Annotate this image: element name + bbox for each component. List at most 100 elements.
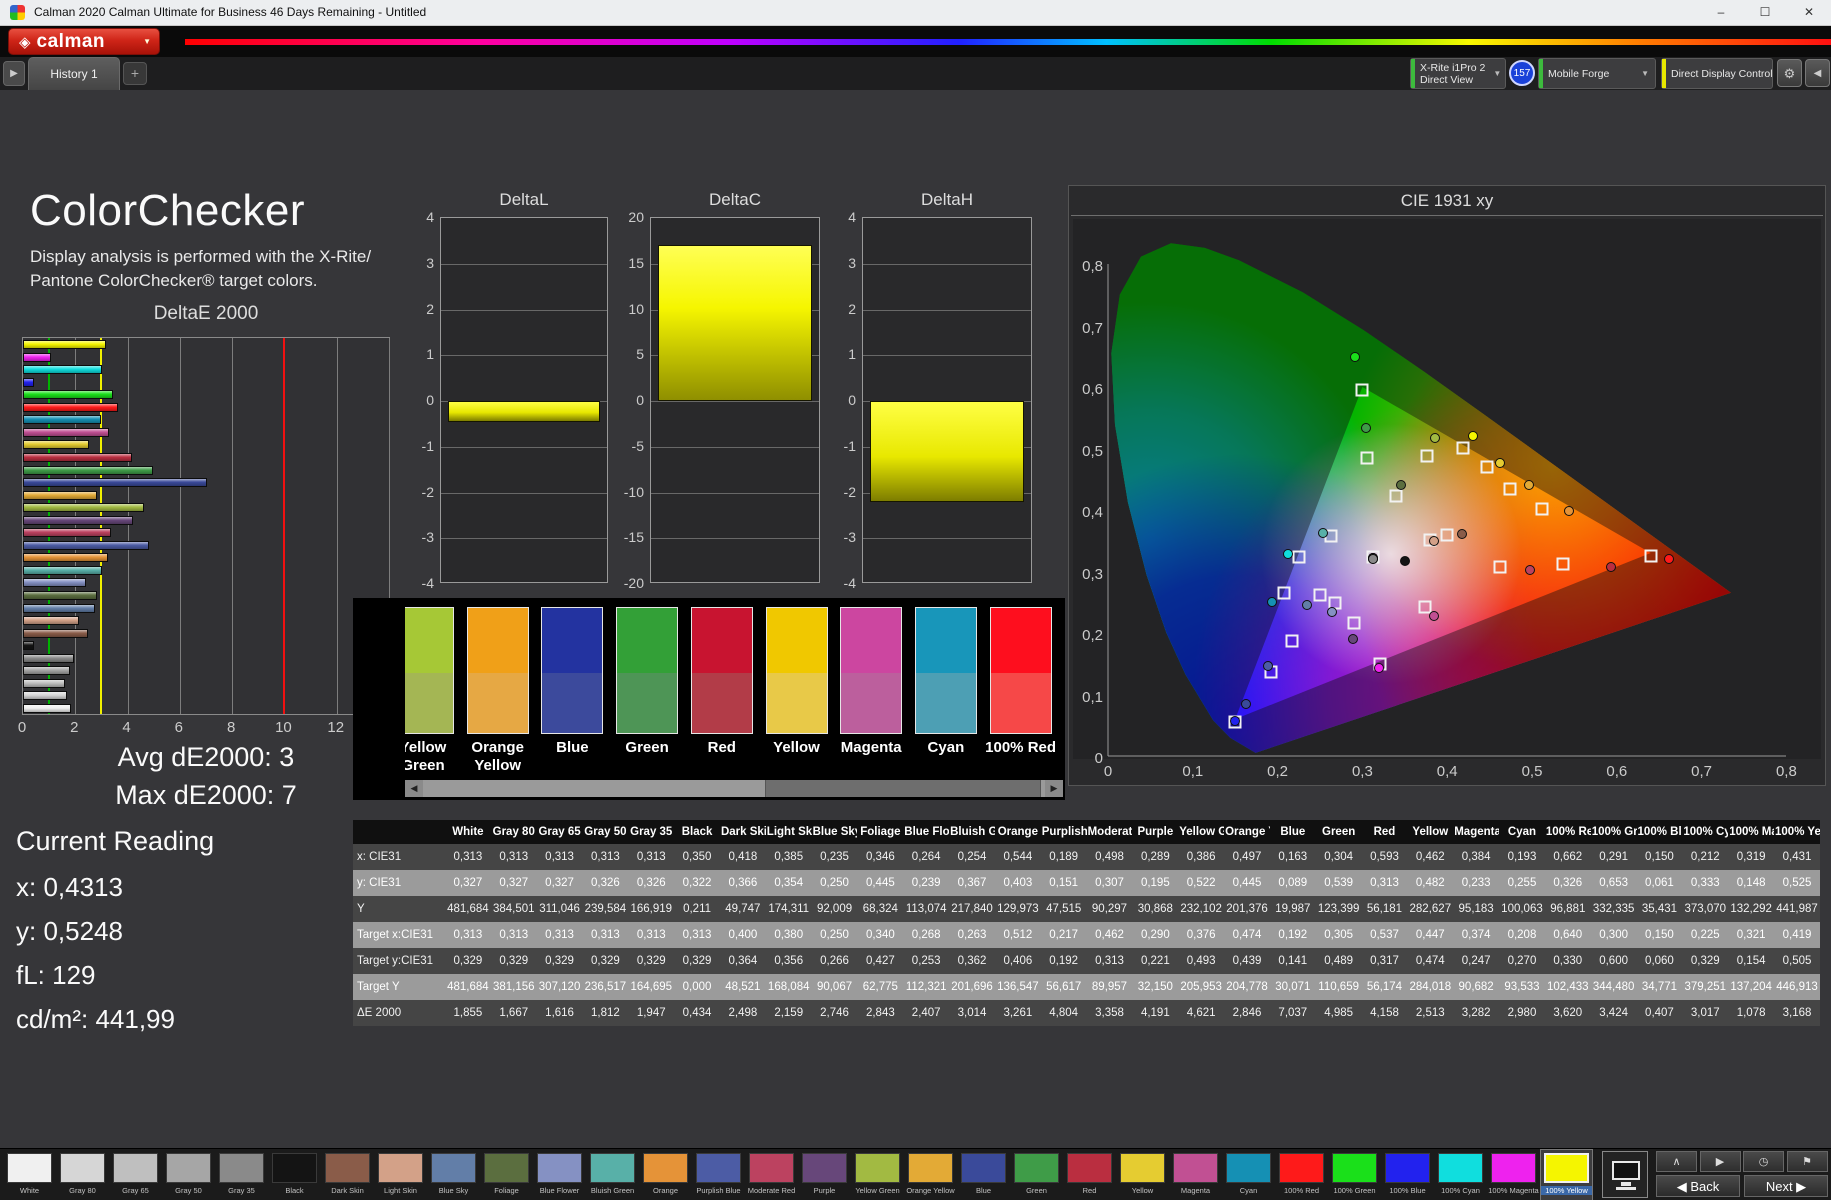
table-cell: 0,305 (1316, 922, 1362, 948)
patch-cell-blue-sky[interactable]: Blue Sky (428, 1150, 479, 1200)
table-cell: 112,321 (903, 974, 949, 1000)
axis-tick-label: -15 (614, 529, 644, 545)
tab-history-1[interactable]: History 1 (28, 57, 120, 90)
table-cell: 0,268 (903, 922, 949, 948)
patch-cell-green[interactable]: Green (1011, 1150, 1062, 1200)
table-cell: 0,270 (1499, 948, 1545, 974)
patch-label: Red (1064, 1186, 1115, 1195)
patch-cell-yellow-green[interactable]: Yellow Green (852, 1150, 903, 1200)
patch-cell-orange[interactable]: Orange (640, 1150, 691, 1200)
meter-dropdown-xrite[interactable]: X-Rite i1Pro 2 Direct View ▼ (1410, 58, 1506, 89)
column-header: Cyan (1499, 820, 1545, 844)
patch-cell-yellow[interactable]: Yellow (1117, 1150, 1168, 1200)
patch-label: Foliage (481, 1186, 532, 1195)
patch-cell-blue[interactable]: Blue (958, 1150, 1009, 1200)
swatch-blue (541, 607, 603, 734)
table-cell: 0,154 (1728, 948, 1774, 974)
measured-dot-100-blue (1230, 716, 1240, 726)
measured-dot-yellow (1495, 458, 1505, 468)
gear-icon[interactable]: ⚙ (1777, 59, 1802, 87)
patch-cell-100-cyan[interactable]: 100% Cyan (1435, 1150, 1486, 1200)
column-header: Yellow (1407, 820, 1453, 844)
patch-cell-gray-80[interactable]: Gray 80 (57, 1150, 108, 1200)
gridline (337, 338, 338, 714)
table-cell: 446,913 (1774, 974, 1820, 1000)
patch-cell-gray-50[interactable]: Gray 50 (163, 1150, 214, 1200)
cie-x-tick: 0,1 (1182, 763, 1203, 780)
patch-cell-100-green[interactable]: 100% Green (1329, 1150, 1380, 1200)
target-square-cyan (1278, 586, 1291, 599)
table-cell: 0,313 (674, 922, 720, 948)
column-header: Gray 50 (582, 820, 628, 844)
patch-label: Blue Sky (428, 1186, 479, 1195)
table-cell: 137,204 (1728, 974, 1774, 1000)
swatch-cyan (915, 607, 977, 734)
rainbow-gradient-strip (185, 39, 1831, 45)
back-button[interactable]: ◀ Back (1656, 1175, 1740, 1197)
mini-button-3[interactable]: ⚑ (1787, 1151, 1828, 1172)
minimize-button[interactable]: – (1699, 0, 1743, 25)
table-cell: 2,513 (1407, 1000, 1453, 1026)
scroll-right-arrow[interactable]: ▶ (1045, 780, 1063, 797)
calman-menu-button[interactable]: ◈ calman ▼ (8, 28, 160, 55)
measured-dot-100-cyan (1283, 549, 1293, 559)
mini-button-2[interactable]: ◷ (1743, 1151, 1784, 1172)
display-icon-button[interactable] (1602, 1151, 1648, 1198)
tab-scroll-button[interactable]: ▶ (3, 61, 25, 86)
patch-cell-purplish-blue[interactable]: Purplish Blue (693, 1150, 744, 1200)
mini-button-0[interactable]: ∧ (1656, 1151, 1697, 1172)
patch-cell-cyan[interactable]: Cyan (1223, 1150, 1274, 1200)
maximize-button[interactable]: ☐ (1743, 0, 1787, 25)
swatch-label: OrangeYellow (460, 739, 536, 775)
patch-label: Yellow (1117, 1186, 1168, 1195)
table-cell: 0,221 (1132, 948, 1178, 974)
table-cell: 0,462 (1087, 922, 1133, 948)
patch-cell-100-magenta[interactable]: 100% Magenta (1488, 1150, 1539, 1200)
pattern-dropdown-direct-display[interactable]: Direct Display Control ▼ (1661, 58, 1773, 89)
add-tab-button[interactable]: + (123, 62, 147, 85)
de-bar-blue (23, 478, 207, 487)
meter-line1: X-Rite i1Pro 2 (1420, 62, 1485, 74)
de-bar-light-skin (23, 616, 79, 625)
patch-cell-bluish-green[interactable]: Bluish Green (587, 1150, 638, 1200)
table-cell: 0,266 (812, 948, 858, 974)
source-dropdown-mobile-forge[interactable]: Mobile Forge ▼ (1538, 58, 1656, 89)
table-cell: 4,621 (1178, 1000, 1224, 1026)
patch-cell-red[interactable]: Red (1064, 1150, 1115, 1200)
cie-y-tick: 0,5 (1073, 443, 1103, 460)
scroll-left-arrow[interactable]: ◀ (405, 780, 423, 797)
patch-cell-blue-flower[interactable]: Blue Flower (534, 1150, 585, 1200)
table-cell: 0,327 (537, 870, 583, 896)
patch-cell-magenta[interactable]: Magenta (1170, 1150, 1221, 1200)
patch-cell-gray-35[interactable]: Gray 35 (216, 1150, 267, 1200)
patch-cell-black[interactable]: Black (269, 1150, 320, 1200)
collapse-panel-button[interactable]: ◀ (1805, 59, 1830, 87)
row-label: Target Y (353, 974, 445, 1000)
patch-chip (1279, 1153, 1324, 1183)
swatch-scrollbar[interactable]: ◀ ▶ (405, 780, 1063, 797)
patch-cell-orange-yellow[interactable]: Orange Yellow (905, 1150, 956, 1200)
patch-cell-100-red[interactable]: 100% Red (1276, 1150, 1327, 1200)
row-label: y: CIE31 (353, 870, 445, 896)
mini-button-1[interactable]: ▶ (1700, 1151, 1741, 1172)
table-cell: 0,367 (949, 870, 995, 896)
cie-1931-panel: CIE 1931 xy (1068, 185, 1826, 786)
patch-cell-light-skin[interactable]: Light Skin (375, 1150, 426, 1200)
page-subtitle-line2: Pantone ColorChecker® target colors. (30, 271, 318, 291)
patch-cell-white[interactable]: White (4, 1150, 55, 1200)
next-button[interactable]: Next ▶ (1744, 1175, 1828, 1197)
patch-cell-100-yellow[interactable]: 100% Yellow (1541, 1150, 1592, 1200)
scrollbar-thumb[interactable] (765, 780, 1041, 797)
patch-cell-gray-65[interactable]: Gray 65 (110, 1150, 161, 1200)
patch-cell-100-blue[interactable]: 100% Blue (1382, 1150, 1433, 1200)
patch-cell-dark-skin[interactable]: Dark Skin (322, 1150, 373, 1200)
close-button[interactable]: ✕ (1787, 0, 1831, 25)
table-cell: 0,346 (857, 844, 903, 870)
patch-cell-foliage[interactable]: Foliage (481, 1150, 532, 1200)
divider (1071, 215, 1823, 216)
patch-cell-purple[interactable]: Purple (799, 1150, 850, 1200)
pattern-label: Direct Display Control (1662, 68, 1773, 80)
de-bar-black (23, 641, 34, 650)
patch-selector-bar: ◀ Back Next ▶ WhiteGray 80Gray 65Gray 50… (0, 1148, 1831, 1200)
patch-cell-moderate-red[interactable]: Moderate Red (746, 1150, 797, 1200)
